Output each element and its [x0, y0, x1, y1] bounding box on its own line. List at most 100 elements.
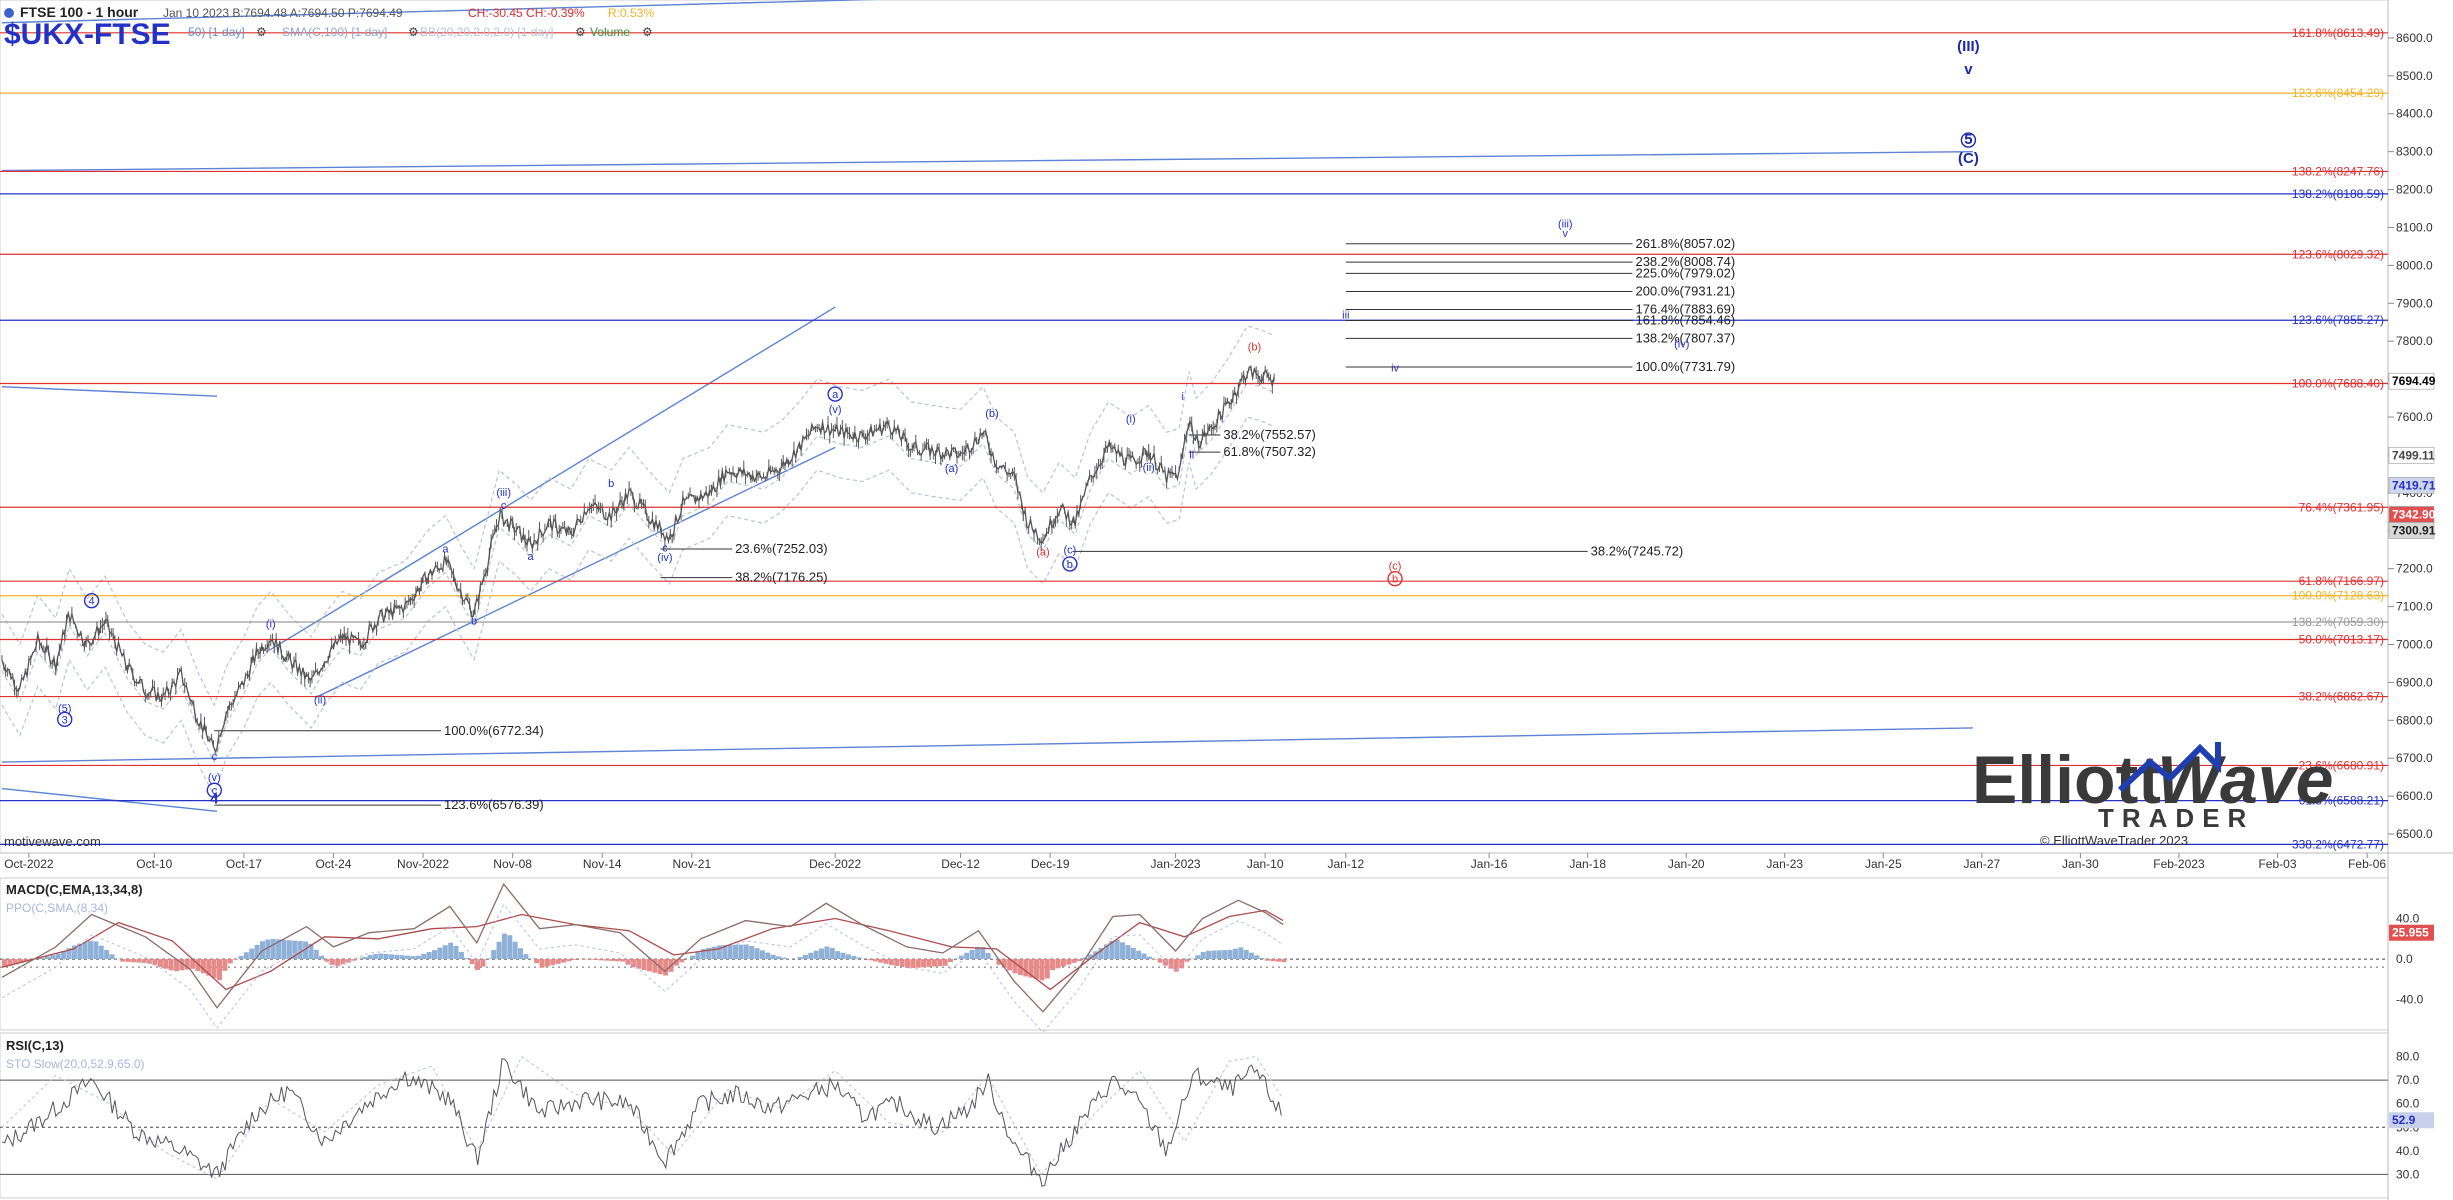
rsi-tick-label: 60.0 [2396, 1097, 2420, 1111]
settings-icon[interactable]: ⚙ [575, 25, 586, 39]
macd-histogram-bar [437, 947, 443, 960]
x-tick-label: Dec-12 [941, 857, 980, 871]
macd-panel-frame [0, 877, 2389, 1031]
y-tick-label: 7900.0 [2396, 296, 2433, 310]
macd-histogram-bar [1055, 959, 1061, 969]
price-badge: 7419.71 [2392, 478, 2436, 492]
settings-icon[interactable]: ⚙ [408, 25, 419, 39]
range-text: R:0.53% [608, 6, 654, 20]
macd-histogram-bar [647, 959, 653, 972]
x-tick-label: Dec-2022 [809, 857, 861, 871]
macd-histogram-bar [539, 959, 545, 968]
y-tick-label: 7200.0 [2396, 562, 2433, 576]
wave-label: (i) [266, 618, 276, 630]
wave-label: a [442, 543, 449, 555]
x-tick-label: Oct-24 [315, 857, 351, 871]
wave-label: (i) [1126, 414, 1136, 426]
macd-histogram-bar [953, 958, 959, 960]
y-tick-label: 6600.0 [2396, 789, 2433, 803]
wave-label: iv [1391, 363, 1399, 375]
y-tick-label: 7100.0 [2396, 600, 2433, 614]
macd-histogram-bar [480, 959, 486, 967]
macd-histogram-bar [845, 954, 851, 960]
wave-label: b [608, 478, 614, 490]
macd-histogram-bar [378, 953, 384, 960]
study-sma100: SMA(C,100) [1 day] [282, 25, 387, 39]
copyright: © ElliottWaveTrader 2023 [2040, 833, 2188, 848]
macd-histogram-bar [1114, 939, 1120, 960]
macd-histogram-bar [819, 948, 825, 960]
macd-histogram-bar [1034, 959, 1040, 980]
y-tick-label: 8100.0 [2396, 220, 2433, 234]
x-tick-label: Oct-10 [136, 857, 172, 871]
fib-projection-label: 100.0%(7731.79) [1635, 359, 1735, 374]
macd-histogram-bar [1259, 958, 1265, 960]
macd-histogram-bar [781, 957, 787, 960]
wave-label: i [1182, 391, 1184, 403]
macd-histogram-bar [448, 942, 454, 960]
rsi-panel-frame [0, 1032, 2389, 1199]
macd-histogram-bar [802, 954, 808, 960]
macd-histogram-bar [985, 952, 991, 960]
macd-histogram-bar [856, 957, 862, 960]
macd-histogram-bar [1066, 959, 1072, 965]
wave-label: v [1964, 61, 1973, 78]
y-tick-label: 7600.0 [2396, 410, 2433, 424]
macd-histogram-bar [1238, 947, 1244, 960]
wave-label: (C) [1958, 150, 1979, 167]
macd-histogram-bar [270, 938, 276, 960]
macd-histogram-bar [227, 959, 233, 964]
macd-histogram-bar [566, 959, 572, 962]
macd-title: MACD(C,EMA,13,34,8) [6, 882, 143, 897]
macd-histogram-bar [1227, 949, 1233, 960]
wave-label: (v) [208, 772, 221, 784]
macd-histogram-bar [372, 954, 378, 960]
fib-level-label: 61.8%(7166.97) [2299, 574, 2384, 588]
wave-label: (c) [1389, 560, 1402, 572]
macd-histogram-bar [399, 955, 405, 960]
macd-histogram-bar [598, 959, 604, 961]
y-tick-label: 6900.0 [2396, 675, 2433, 689]
change-text: CH:-30.45 CH:-0.39% [468, 6, 585, 20]
macd-histogram-bar [464, 957, 470, 960]
macd-tick-label: -40.0 [2396, 993, 2424, 1007]
macd-value: 25.955 [2392, 926, 2429, 940]
macd-histogram-bar [1281, 959, 1287, 963]
macd-histogram-bar [1249, 952, 1255, 960]
macd-histogram-bar [797, 956, 803, 960]
macd-histogram-bar [82, 942, 88, 960]
time-axis: Oct-2022 Oct-10 Oct-17 Oct-24 Nov-2022 Nov-08… [4, 853, 2386, 871]
macd-histogram-bar [383, 953, 389, 960]
rsi-title: RSI(C,13) [6, 1038, 64, 1053]
settings-icon[interactable]: ⚙ [642, 25, 653, 39]
chart-canvas: Oct-2022 Oct-10 Oct-17 Oct-24 Nov-2022 Nov-08… [0, 0, 2453, 1200]
settings-icon[interactable]: ⚙ [256, 25, 267, 39]
macd-histogram-bar [931, 959, 937, 967]
price-badge: 7300.91 [2392, 523, 2436, 537]
macd-histogram-bar [808, 952, 814, 960]
fib-level-label: 138.2%(8247.76) [2292, 164, 2384, 178]
macd-histogram-bar [394, 954, 400, 960]
fib-projection-label: 261.8%(8057.02) [1635, 236, 1735, 251]
macd-histogram-bar [1039, 959, 1045, 981]
y-tick-label: 6800.0 [2396, 713, 2433, 727]
macd-histogram-bar [432, 950, 438, 960]
y-tick-label: 8600.0 [2396, 31, 2433, 45]
macd-histogram-bar [915, 959, 921, 968]
x-tick-label: Jan-23 [1766, 857, 1803, 871]
macd-histogram-bar [1200, 952, 1206, 960]
price-badge: 7694.49 [2392, 374, 2436, 388]
y-tick-label: 6500.0 [2396, 827, 2433, 841]
macd-histogram-bar [249, 948, 255, 960]
macd-histogram-bar [614, 959, 620, 962]
fib-projection-label: 61.8%(7507.32) [1223, 444, 1316, 459]
y-tick-label: 8200.0 [2396, 183, 2433, 197]
macd-histogram-bar [690, 955, 696, 960]
price-axis: 6500.0 6600.0 6700.0 6800.0 6900.0 7000.0 7100… [2388, 31, 2433, 841]
wave-label: a [832, 389, 839, 401]
x-tick-label: Jan-30 [2062, 857, 2099, 871]
macd-histogram-bar [770, 954, 776, 960]
macd-histogram-bar [507, 935, 513, 960]
macd-histogram-bar [937, 959, 943, 967]
study-bb: BB(20,20,2.0,2.0) [1 day] [420, 25, 553, 39]
